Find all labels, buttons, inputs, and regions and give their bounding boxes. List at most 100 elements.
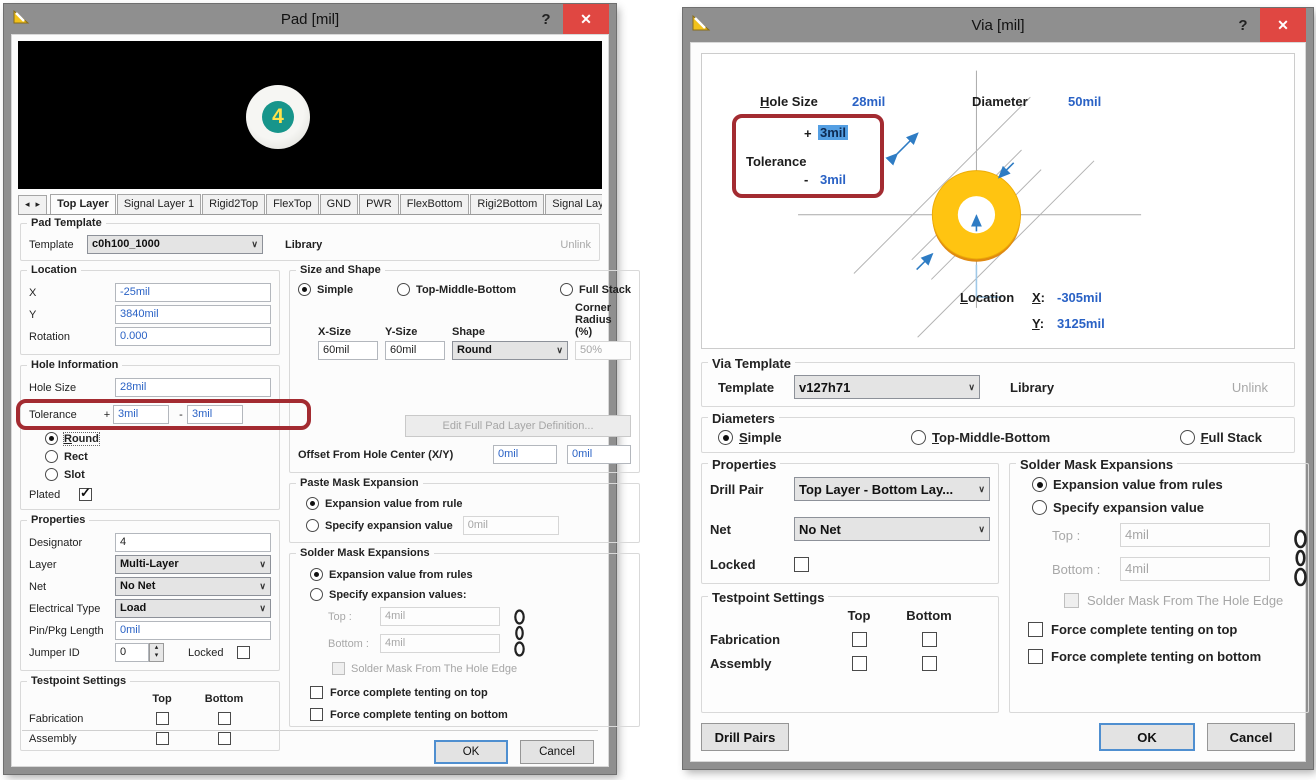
radio-icon	[45, 468, 58, 481]
spinner-down-icon[interactable]: ▾	[150, 652, 163, 660]
tab-rigid2top[interactable]: Rigid2Top	[202, 194, 265, 214]
xsize-field[interactable]: 60mil	[318, 341, 378, 360]
tenting-top-checkbox[interactable]	[1028, 622, 1043, 637]
ok-button[interactable]: OK	[434, 740, 508, 764]
size-full-stack-radio[interactable]: Full Stack	[560, 283, 631, 296]
size-simple-radio[interactable]: Simple	[298, 283, 353, 296]
electrical-type-label: Electrical Type	[29, 603, 115, 615]
locked-checkbox[interactable]	[794, 557, 809, 572]
hole-shape-slot-radio[interactable]: Slot	[45, 468, 271, 481]
pin-pkg-length-field[interactable]: 0mil	[115, 621, 271, 640]
assembly-top-checkbox[interactable]	[156, 732, 169, 745]
ok-button[interactable]: OK	[1099, 723, 1195, 751]
paste-specify-radio[interactable]: Specify expansion value	[306, 519, 453, 532]
fabrication-bottom-checkbox[interactable]	[218, 712, 231, 725]
tab-top-layer[interactable]: Top Layer	[50, 194, 116, 214]
locked-checkbox[interactable]	[237, 646, 250, 659]
tenting-top-label[interactable]: Force complete tenting on top	[1051, 622, 1237, 637]
tenting-bottom-checkbox[interactable]	[1028, 649, 1043, 664]
drill-pair-select[interactable]: Top Layer - Bottom Lay... ∨	[794, 477, 990, 501]
hole-shape-round-radio[interactable]: Round	[45, 432, 271, 445]
tab-scroll-left-icon[interactable]: ◂	[25, 199, 30, 210]
cancel-button[interactable]: Cancel	[520, 740, 594, 764]
solder-specify-radio[interactable]: Specify expansion value	[1032, 500, 1204, 515]
properties-legend: Properties	[27, 514, 89, 526]
fabrication-top-checkbox[interactable]	[852, 632, 867, 647]
tolerance-plus-field[interactable]: 3mil	[818, 125, 848, 140]
offset-x-field[interactable]: 0mil	[493, 445, 557, 464]
pad-template-select[interactable]: c0h100_1000 ∨	[87, 235, 263, 254]
diameters-legend: Diameters	[708, 411, 779, 426]
assembly-bottom-checkbox[interactable]	[922, 656, 937, 671]
diameter-value[interactable]: 50mil	[1068, 94, 1101, 109]
tenting-bottom-checkbox[interactable]	[310, 708, 323, 721]
assembly-bottom-checkbox[interactable]	[218, 732, 231, 745]
cancel-button[interactable]: Cancel	[1207, 723, 1295, 751]
radio-icon	[718, 430, 733, 445]
plated-checkbox[interactable]	[79, 488, 92, 501]
size-top-middle-bottom-radio[interactable]: Top-Middle-Bottom	[397, 283, 516, 296]
link-chain-icon[interactable]	[1293, 529, 1308, 590]
fabrication-bottom-checkbox[interactable]	[922, 632, 937, 647]
hole-size-value[interactable]: 28mil	[852, 94, 885, 109]
rotation-field[interactable]: 0.000	[115, 327, 271, 346]
solder-specify-radio[interactable]: Specify expansion values:	[310, 588, 467, 601]
tab-flextop[interactable]: FlexTop	[266, 194, 319, 214]
fabrication-top-checkbox[interactable]	[156, 712, 169, 725]
diameters-simple-radio[interactable]: Simple	[718, 430, 782, 445]
pad-titlebar[interactable]: Pad [mil] ? ✕	[11, 4, 609, 34]
diameters-top-middle-bottom-radio[interactable]: Top-Middle-Bottom	[911, 430, 1050, 445]
tolerance-row: Tolerance + 3mil - 3mil	[29, 405, 271, 424]
tenting-top-checkbox[interactable]	[310, 686, 323, 699]
tab-signal-layer-1[interactable]: Signal Layer 1	[117, 194, 201, 214]
spinner-up-icon[interactable]: ▴	[150, 644, 163, 652]
tab-pwr[interactable]: PWR	[359, 194, 399, 214]
close-icon[interactable]: ✕	[1260, 8, 1306, 42]
via-titlebar[interactable]: Via [mil] ? ✕	[690, 8, 1306, 42]
paste-rule-radio[interactable]: Expansion value from rule	[306, 497, 463, 510]
ysize-field[interactable]: 60mil	[385, 341, 445, 360]
diameters-full-stack-radio[interactable]: Full Stack	[1180, 430, 1262, 445]
unlink-label[interactable]: Unlink	[1232, 380, 1268, 395]
solder-rules-radio[interactable]: Expansion value from rules	[1032, 477, 1223, 492]
offset-y-field[interactable]: 0mil	[567, 445, 631, 464]
y-field[interactable]: 3840mil	[115, 305, 271, 324]
close-icon[interactable]: ✕	[563, 4, 609, 34]
via-template-select[interactable]: v127h71 ∨	[794, 375, 980, 399]
hole-shape-rect-radio[interactable]: Rect	[45, 450, 271, 463]
tab-signal-layer-2[interactable]: Signal Layer 2	[545, 194, 602, 214]
jumper-id-field[interactable]: 0	[115, 643, 149, 662]
via-properties-group: Properties Drill Pair Top Layer - Bottom…	[701, 463, 999, 584]
tolerance-minus-field[interactable]: 3mil	[820, 172, 846, 187]
pad-preview-canvas[interactable]: 4	[18, 41, 602, 189]
tolerance-plus-field[interactable]: 3mil	[113, 405, 169, 424]
hole-size-field[interactable]: 28mil	[115, 378, 271, 397]
electrical-type-select[interactable]: Load ∨	[115, 599, 271, 618]
tenting-top-label[interactable]: Force complete tenting on top	[330, 687, 488, 699]
net-select[interactable]: No Net ∨	[794, 517, 990, 541]
radio-icon	[310, 568, 323, 581]
location-x-value[interactable]: -305mil	[1057, 290, 1102, 305]
tab-rigi2bottom[interactable]: Rigi2Bottom	[470, 194, 544, 214]
net-select[interactable]: No Net ∨	[115, 577, 271, 596]
solder-rules-radio[interactable]: Expansion value from rules	[310, 568, 473, 581]
assembly-top-checkbox[interactable]	[852, 656, 867, 671]
layer-select[interactable]: Multi-Layer ∨	[115, 555, 271, 574]
drill-pairs-button[interactable]: Drill Pairs	[701, 723, 789, 751]
help-button[interactable]: ?	[1226, 8, 1260, 42]
tolerance-minus-field[interactable]: 3mil	[187, 405, 243, 424]
help-button[interactable]: ?	[529, 4, 563, 34]
location-y-value[interactable]: 3125mil	[1057, 316, 1105, 331]
tab-gnd[interactable]: GND	[320, 194, 358, 214]
x-field[interactable]: -25mil	[115, 283, 271, 302]
tab-flexbottom[interactable]: FlexBottom	[400, 194, 470, 214]
jumper-id-stepper[interactable]: ▴ ▾	[149, 643, 164, 662]
template-label: Template	[29, 239, 87, 251]
unlink-label[interactable]: Unlink	[560, 239, 591, 251]
shape-select[interactable]: Round ∨	[452, 341, 568, 360]
tenting-bottom-label[interactable]: Force complete tenting on bottom	[1051, 649, 1261, 664]
tenting-bottom-label[interactable]: Force complete tenting on bottom	[330, 709, 508, 721]
designator-field[interactable]: 4	[115, 533, 271, 552]
tab-scroll-right-icon[interactable]: ▸	[36, 199, 41, 210]
link-chain-icon[interactable]	[513, 609, 526, 660]
